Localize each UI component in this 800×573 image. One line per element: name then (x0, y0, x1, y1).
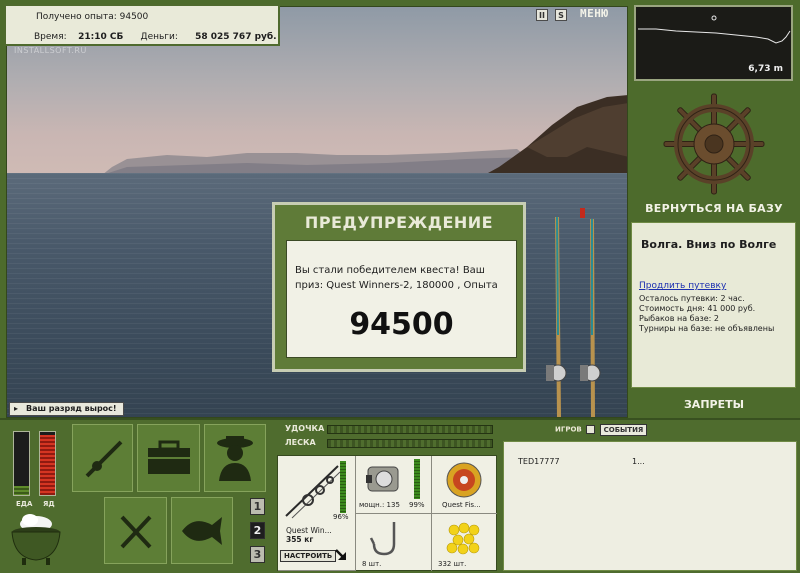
tackle-inventory: 96% Quest Win... 355 кг НАСТРОИТЬ мощн.:… (277, 455, 497, 571)
experience-value: 94500 (119, 12, 149, 22)
food-gauge (13, 431, 30, 496)
ship-wheel-icon[interactable] (630, 90, 798, 198)
warning-dialog: ПРЕДУПРЕЖДЕНИЕ Вы стали победителем квес… (272, 202, 526, 372)
corn-bait-icon (446, 522, 480, 555)
toggle-icon[interactable] (586, 425, 596, 434)
time-value: 21:10 СБ (78, 32, 124, 42)
bait-count: 332 шт. (438, 560, 467, 568)
chat-tabs: ИГРОВ СОБЫТИЯ (555, 423, 648, 436)
rod-reel-icon (285, 465, 341, 519)
anglers-count: Рыбаков на базе: 2 (639, 314, 719, 323)
extend-trip-link[interactable]: Продлить путевку (639, 281, 726, 291)
line-tension-bar (327, 439, 493, 448)
poison-gauge-fill (40, 435, 55, 495)
trip-remaining: Осталось путевки: 2 час. (639, 294, 745, 303)
tackle-status: УДОЧКА ЛЕСКА (275, 421, 497, 453)
experience-label: Получено опыта: (36, 12, 117, 22)
arrow-down-right-icon[interactable] (334, 548, 348, 562)
location-panel: Волга. Вниз по Волге Продлить путевку Ос… (631, 222, 796, 388)
line-spool-icon (446, 462, 482, 498)
pause-button[interactable]: II (536, 9, 548, 21)
page-button-3[interactable]: 3 (250, 546, 265, 563)
watermark: INSTALLSOFT.RU (14, 46, 87, 55)
tackle-box-icon (147, 440, 190, 474)
status-panel: Получено опыта: 94500 Время: 21:10 СБ Де… (4, 4, 280, 46)
reel-percent: 99% (409, 501, 425, 509)
food-slot[interactable] (104, 497, 167, 564)
money-label: Деньги: (140, 32, 178, 42)
rod-durability-bar (340, 461, 346, 513)
depth-value: 6,73 m (748, 64, 783, 74)
fisherman-icon (217, 436, 253, 481)
reel-cell[interactable]: мощн.: 135 99% (356, 456, 432, 514)
rod-tension-bar (327, 425, 493, 434)
tackle-box-slot[interactable] (137, 424, 200, 492)
dialog-title: ПРЕДУПРЕЖДЕНИЕ (304, 213, 494, 232)
cauldron-icon[interactable] (8, 510, 64, 570)
catch-slot[interactable] (171, 497, 233, 564)
bans-button[interactable]: ЗАПРЕТЫ (630, 398, 798, 411)
depth-profile: 6,73 m (634, 5, 793, 81)
chevron-right-icon: ▸ (14, 404, 19, 413)
rod-label: УДОЧКА (285, 424, 325, 433)
reel-power: мощн.: 135 (359, 501, 400, 509)
rod-bag-slot[interactable] (72, 424, 133, 492)
hook-cell[interactable]: 8 шт. (356, 514, 432, 571)
money-value: 58 025 767 руб. (195, 32, 277, 42)
fish-icon (182, 516, 222, 545)
poison-label: ЯД (43, 500, 55, 508)
poison-gauge (39, 431, 56, 496)
tab-events[interactable]: СОБЫТИЯ (599, 423, 648, 436)
fork-knife-icon (120, 515, 151, 548)
float-marker-icon (711, 15, 717, 21)
events-panel: TED17777 1... (503, 441, 797, 571)
dialog-body: Вы стали победителем квеста! Ваш приз: Q… (286, 240, 517, 358)
hook-icon (369, 522, 396, 556)
page-button-1[interactable]: 1 (250, 498, 265, 515)
rod-icon (85, 440, 122, 478)
rod-cell[interactable]: 96% Quest Win... 355 кг НАСТРОИТЬ (278, 456, 356, 571)
dialog-value: 94500 (349, 307, 454, 342)
event-player-name: TED17777 (518, 457, 560, 466)
rank-up-notice: ▸ Ваш разряд вырос! (9, 402, 124, 416)
line-label: ЛЕСКА (285, 438, 316, 447)
day-cost: Стоимость дня: 41 000 руб. (639, 304, 756, 313)
rank-up-text: Ваш разряд вырос! (26, 404, 117, 413)
location-title: Волга. Вниз по Волге (641, 238, 777, 251)
food-label: ЕДА (16, 500, 33, 508)
menu-button[interactable]: МЕНЮ (580, 7, 609, 20)
tab-players[interactable]: ИГРОВ (555, 426, 582, 434)
dialog-message: Вы стали победителем квеста! Ваш приз: Q… (295, 265, 498, 291)
sound-button[interactable]: S (555, 9, 567, 21)
tournaments-info: Турниры на базе: не объявлены (639, 324, 775, 333)
page-button-2[interactable]: 2 (250, 522, 265, 539)
food-gauge-fill (14, 485, 29, 495)
hooks-count: 8 шт. (362, 560, 382, 568)
line-item-name: Quest Fis... (442, 501, 481, 509)
rods-on-stand[interactable] (540, 205, 620, 420)
time-label: Время: (34, 32, 67, 42)
character-slot[interactable] (204, 424, 266, 492)
rod-name: Quest Win... (286, 526, 332, 535)
setup-button[interactable]: НАСТРОИТЬ (280, 550, 337, 562)
line-cell[interactable]: Quest Fis... (432, 456, 497, 514)
bait-cell[interactable]: 332 шт. (432, 514, 497, 571)
reel-durability-bar (414, 459, 420, 499)
event-value: 1... (632, 457, 645, 466)
bite-alarm-icon (580, 208, 585, 218)
reel-icon (366, 466, 399, 492)
wheel-area (630, 90, 798, 218)
rod-percent: 96% (333, 513, 349, 521)
rod-weight: 355 кг (286, 535, 314, 544)
return-to-base-button[interactable]: ВЕРНУТЬСЯ НА БАЗУ (630, 202, 798, 215)
